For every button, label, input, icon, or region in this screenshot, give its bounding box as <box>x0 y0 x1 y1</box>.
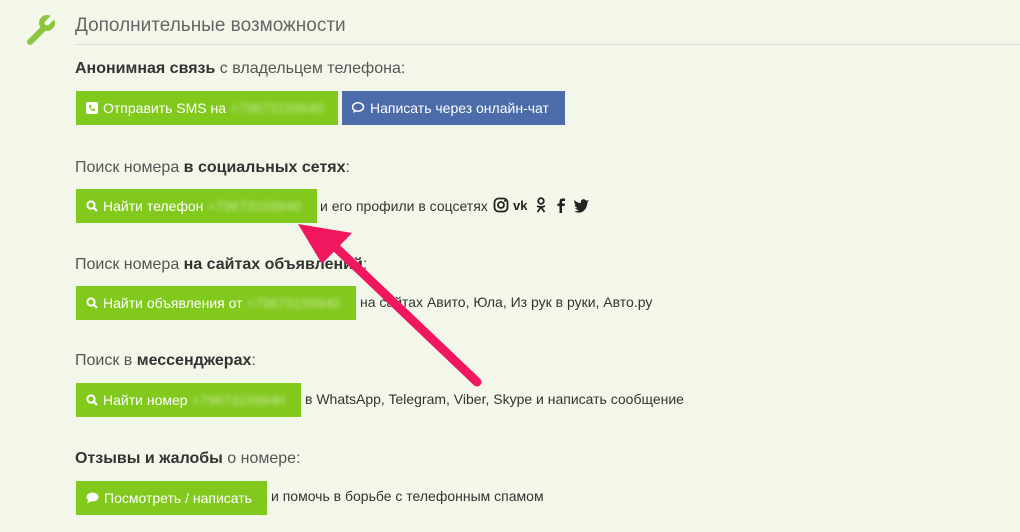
annotation-arrow <box>298 224 482 387</box>
